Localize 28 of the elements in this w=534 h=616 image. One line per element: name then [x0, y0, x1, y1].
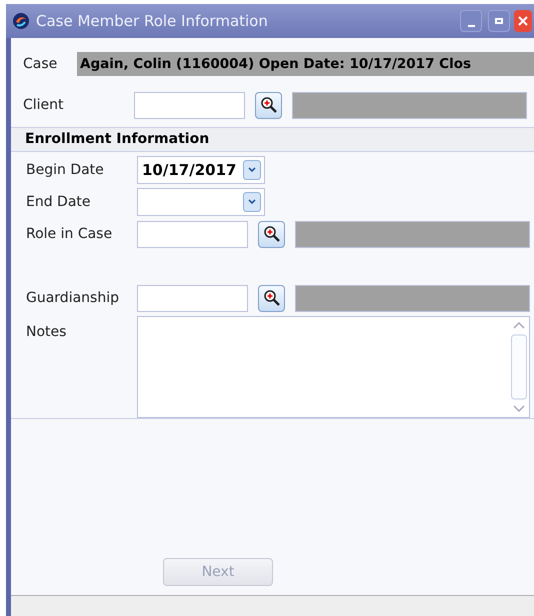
text-field[interactable] [134, 92, 245, 118]
field-label: Client [23, 96, 65, 114]
zoom-in-icon [262, 225, 280, 243]
window-title: Case Member Role Information [36, 10, 269, 32]
case-label: Case [23, 54, 58, 74]
field-label: Role in Case [26, 224, 114, 244]
section-header: Enrollment Information [25, 130, 210, 149]
app-logo-icon [12, 12, 30, 30]
lookup-button[interactable] [258, 220, 285, 248]
lookup-button[interactable] [258, 284, 285, 312]
text-field[interactable] [137, 284, 248, 312]
lookup-button[interactable] [255, 92, 282, 118]
minimize-button[interactable] [460, 10, 482, 32]
case-summary: Again, Colin (1160004) Open Date: 10/17/2017 Clos [77, 52, 534, 76]
field-label: Notes [26, 323, 68, 342]
close-icon [518, 16, 528, 26]
maximize-button[interactable] [488, 10, 510, 32]
zoom-in-icon [262, 289, 280, 307]
date-field[interactable] [137, 188, 265, 216]
text-field[interactable] [137, 220, 248, 248]
next-button: Next [163, 558, 273, 586]
field-label: Guardianship [26, 288, 120, 308]
close-button[interactable] [514, 10, 532, 32]
notes-field[interactable] [137, 316, 530, 418]
zoom-in-icon [260, 96, 278, 114]
field-label: End Date [26, 192, 92, 212]
date-field[interactable]: 10/17/2017 [137, 156, 265, 184]
field-label: Begin Date [26, 160, 105, 180]
